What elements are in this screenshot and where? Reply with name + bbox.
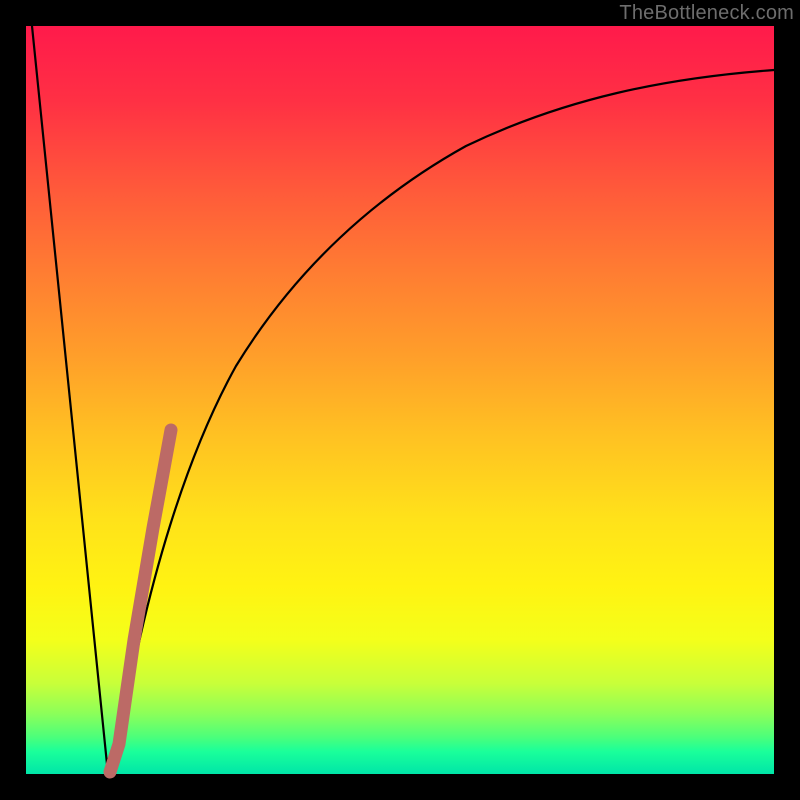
chart-frame: TheBottleneck.com: [0, 0, 800, 800]
plot-area: [26, 26, 774, 774]
bottleneck-curve-path: [32, 26, 774, 774]
curve-layer: [26, 26, 774, 774]
watermark-text: TheBottleneck.com: [619, 2, 794, 25]
highlight-segment-path: [110, 430, 171, 772]
